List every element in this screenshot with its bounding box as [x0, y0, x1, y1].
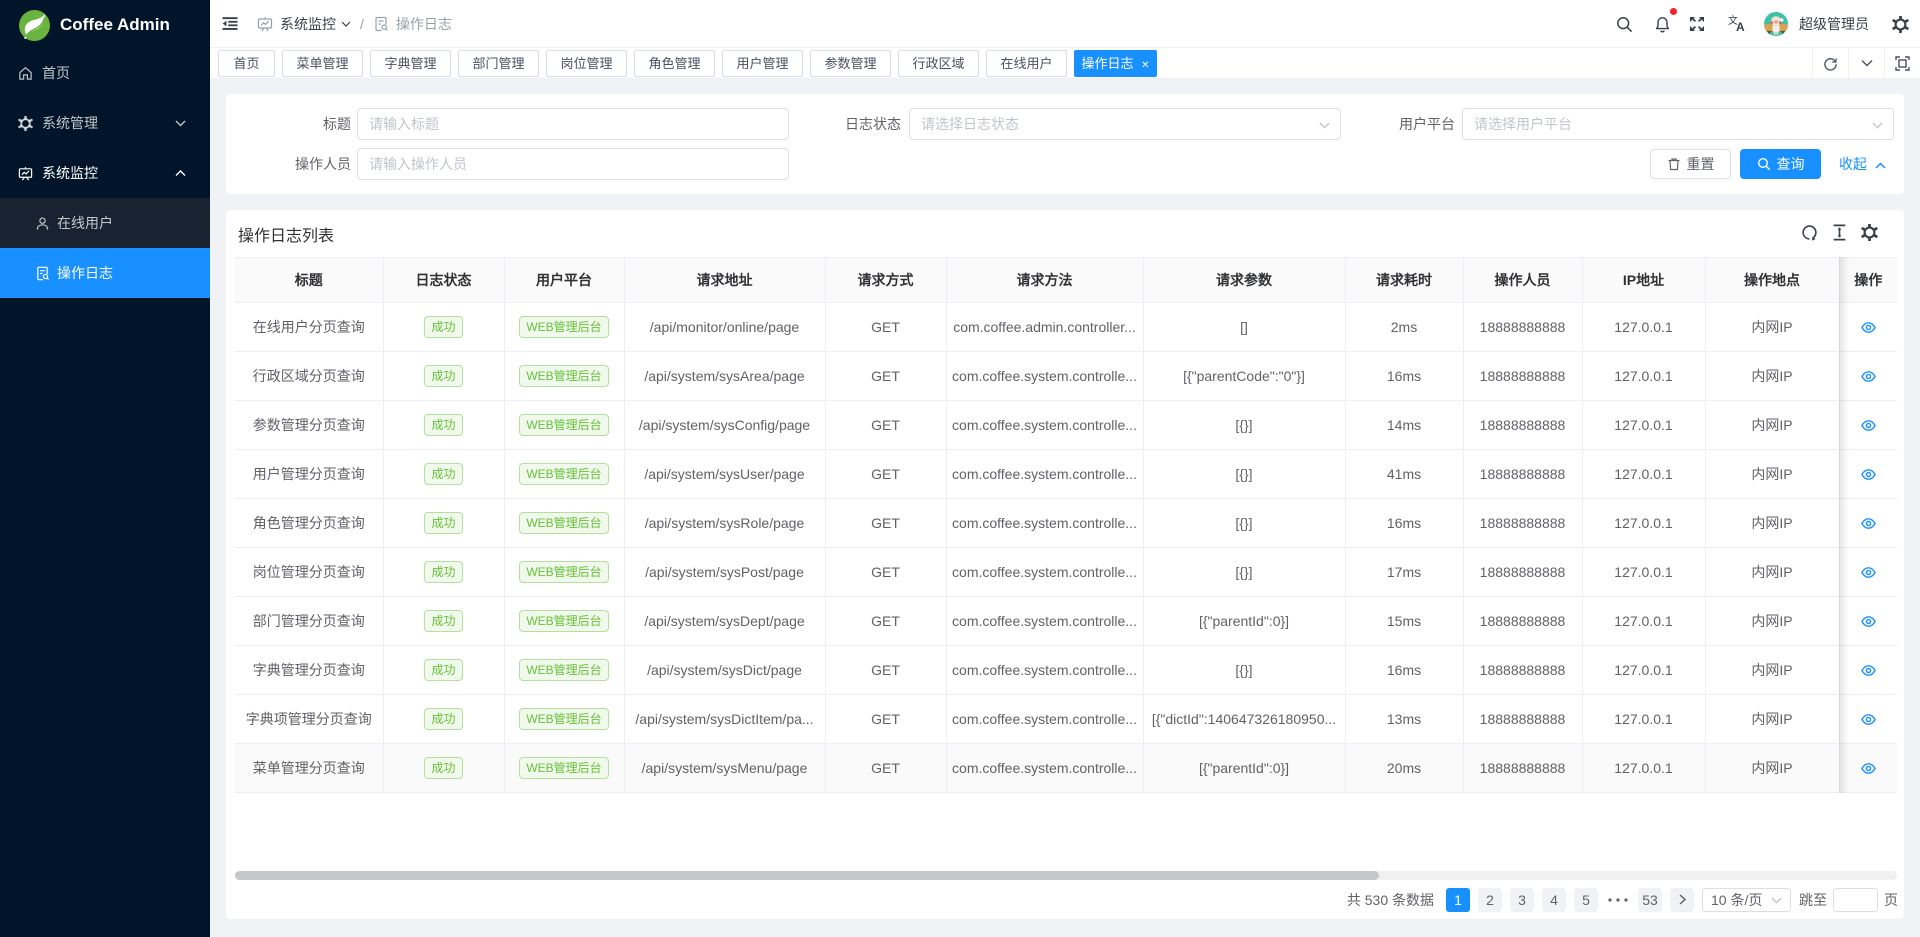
svg-text:A: A — [1736, 20, 1745, 33]
